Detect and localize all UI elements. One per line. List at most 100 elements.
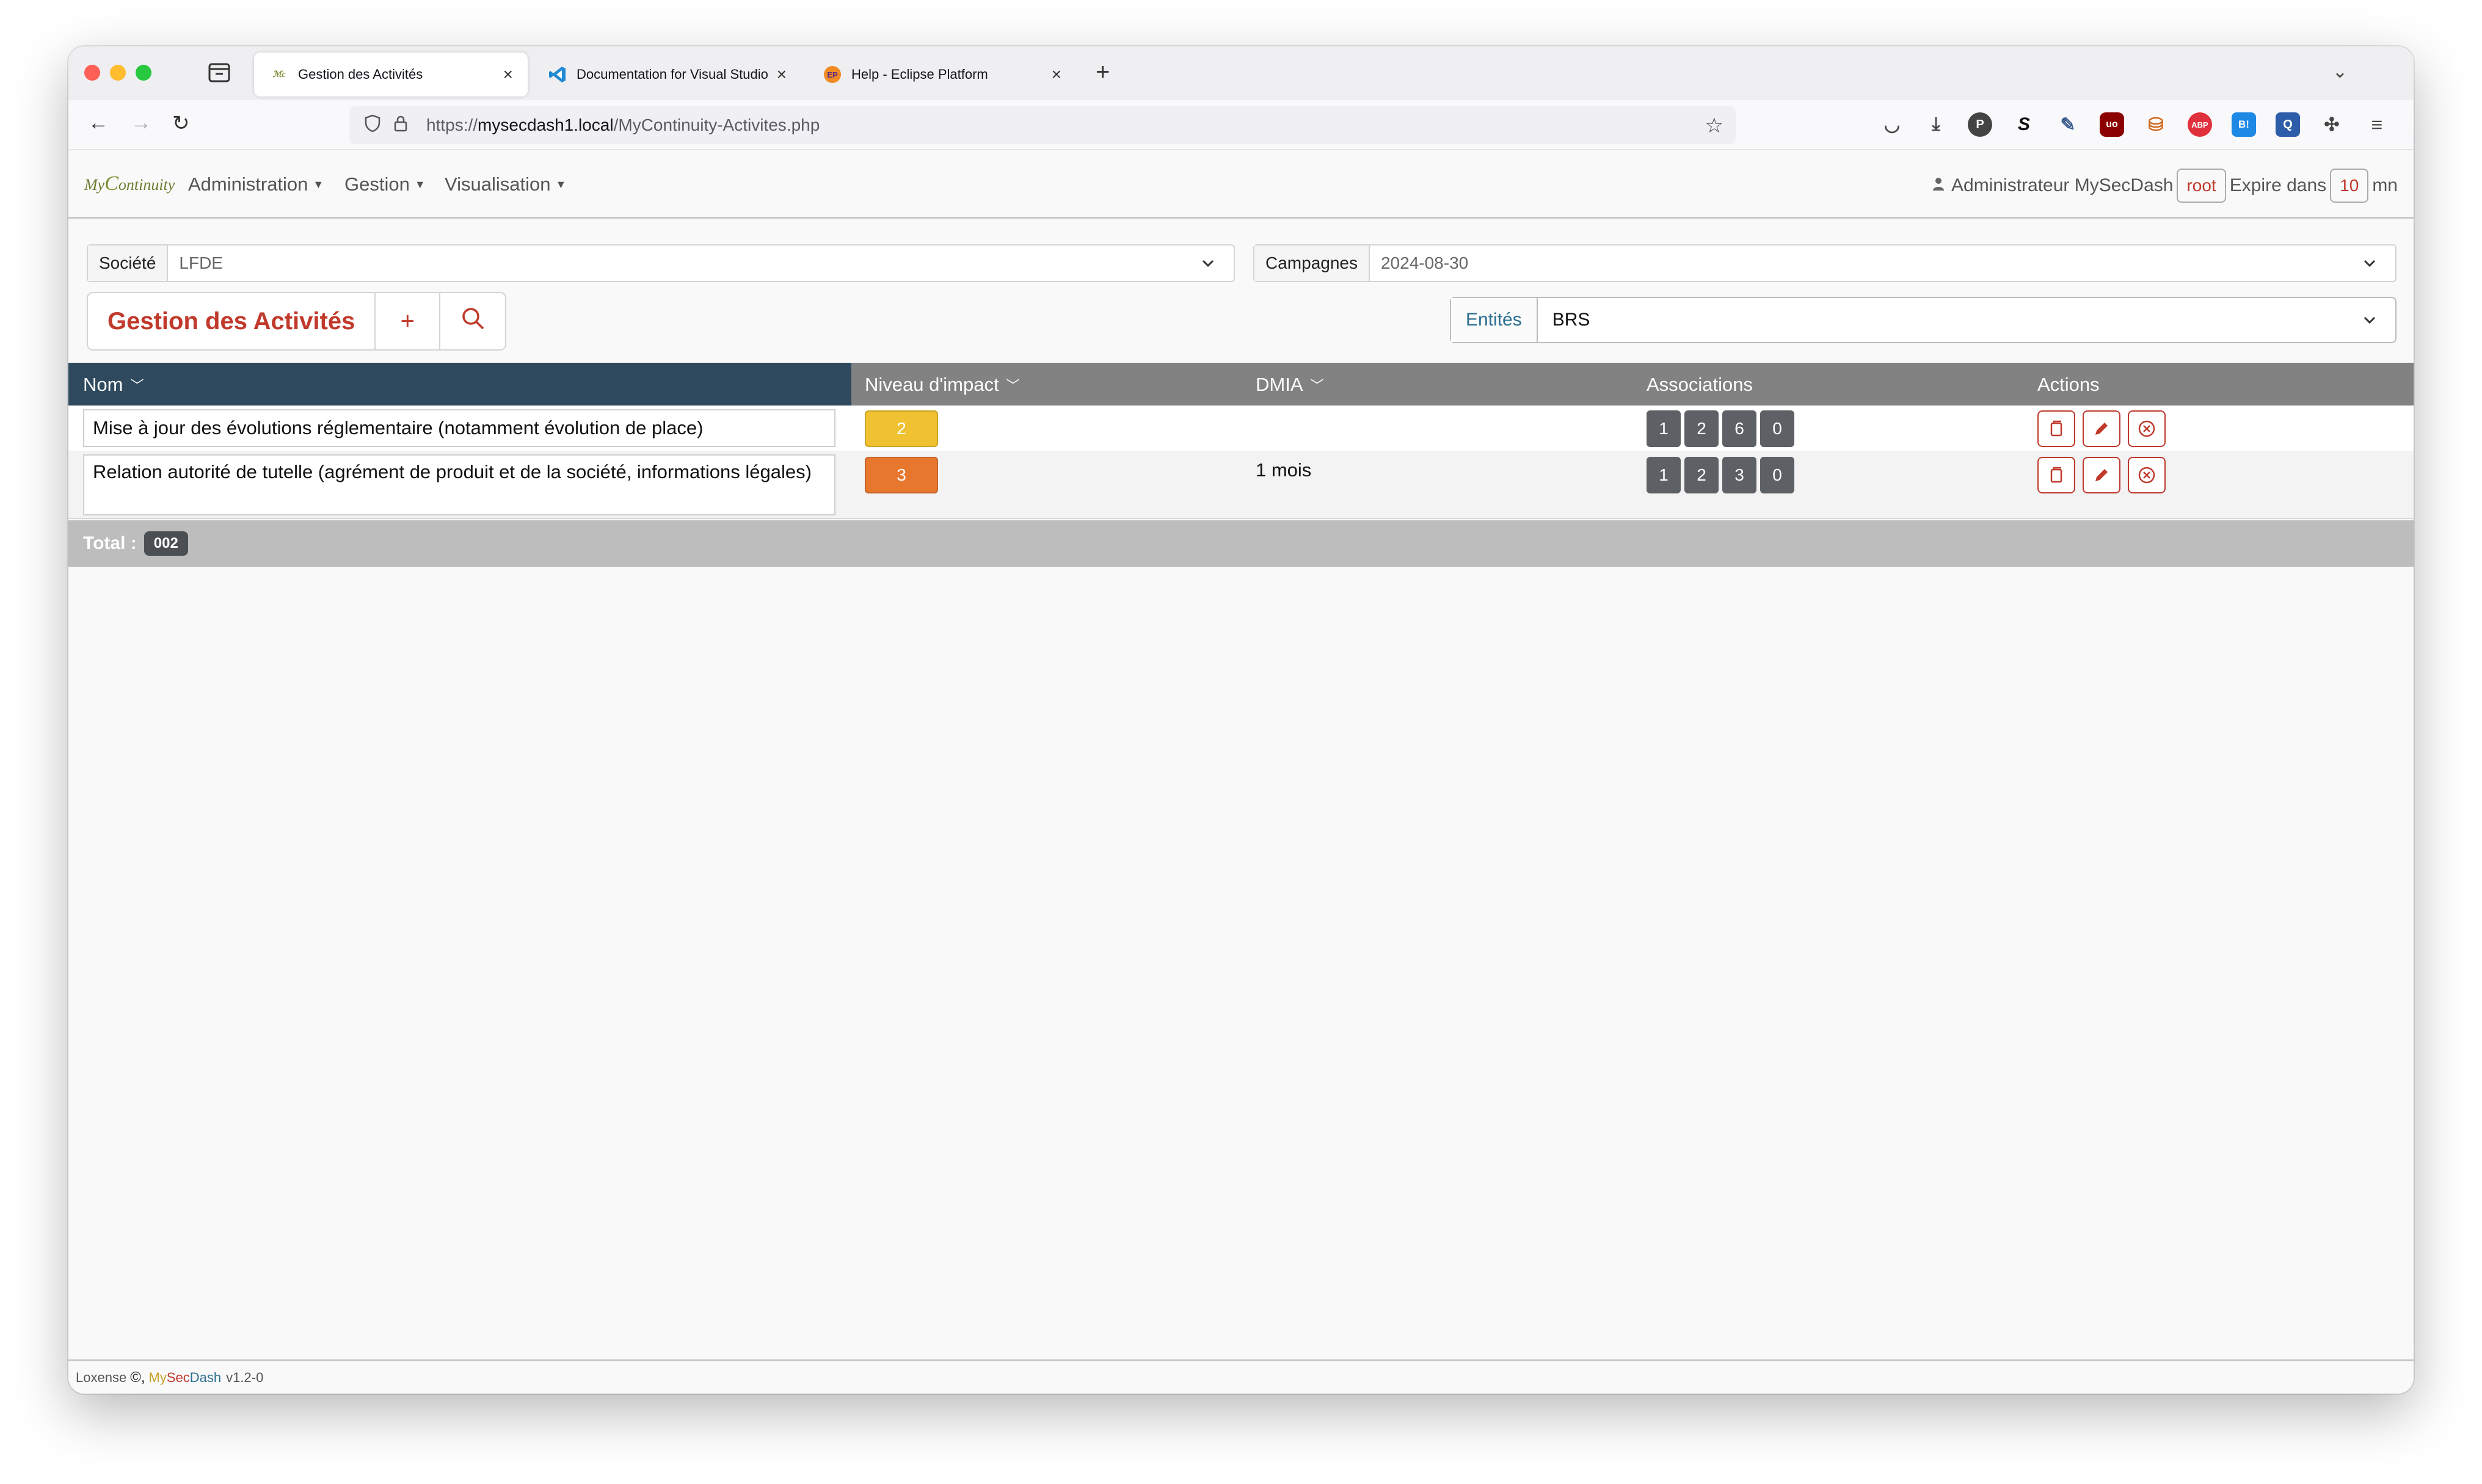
caret-down-icon: ▼: [313, 178, 324, 191]
entites-select[interactable]: Entités BRS: [1450, 297, 2396, 343]
campagnes-select[interactable]: Campagnes 2024-08-30: [1253, 244, 2396, 282]
menu-visualisation[interactable]: Visualisation ▼: [445, 173, 566, 195]
tab-list-icon[interactable]: [208, 62, 231, 83]
row-actions: [2037, 457, 2166, 493]
column-label: Actions: [2037, 374, 2100, 395]
association-count-badge[interactable]: 3: [1722, 457, 1756, 493]
tab-label: Documentation for Visual Studio Code: [577, 67, 771, 82]
edit-button[interactable]: [2083, 410, 2120, 447]
column-label: Niveau d'impact: [865, 374, 999, 395]
url-bar[interactable]: https://mysecdash1.local/MyContinuity-Ac…: [349, 106, 1736, 144]
association-count-badge[interactable]: 2: [1684, 410, 1719, 447]
column-label: Nom: [83, 374, 123, 395]
delete-button[interactable]: [2128, 410, 2166, 447]
chevron-down-icon: [2357, 251, 2382, 275]
page-title: Gestion des Activités: [88, 293, 376, 349]
sort-chevron-icon: ﹀: [1310, 378, 1324, 393]
associations-group: 1 2 3 0: [1647, 457, 1794, 493]
hatena-bookmark-icon[interactable]: B!: [2232, 112, 2256, 137]
close-window-button[interactable]: [84, 65, 100, 81]
association-count-badge[interactable]: 2: [1684, 457, 1719, 493]
pencil-icon: [2095, 469, 2108, 481]
user-icon: [1932, 175, 1945, 196]
hamburger-menu-icon[interactable]: ≡: [2365, 112, 2389, 137]
footer-brand-dash: Dash: [189, 1369, 222, 1385]
column-header-actions: Actions: [2037, 374, 2100, 396]
copy-icon: [2050, 420, 2062, 437]
forward-arrow-icon[interactable]: →: [131, 111, 151, 135]
minimize-window-button[interactable]: [110, 65, 126, 81]
edit-button[interactable]: [2083, 457, 2120, 493]
s-extension-icon[interactable]: S: [2012, 112, 2036, 137]
column-header-niveau[interactable]: Niveau d'impact ﹀: [865, 374, 1020, 396]
maximize-window-button[interactable]: [136, 65, 151, 81]
lock-icon[interactable]: [388, 114, 413, 137]
svg-text:EP: EP: [827, 70, 838, 79]
association-count-badge[interactable]: 0: [1760, 410, 1794, 447]
eclipse-favicon-icon: EP: [822, 64, 843, 85]
user-login-badge[interactable]: root: [2177, 169, 2226, 203]
plus-icon: +: [400, 307, 415, 335]
activity-name[interactable]: Relation autorité de tutelle (agrément d…: [83, 454, 835, 515]
shield-icon[interactable]: [360, 114, 385, 137]
campagnes-value: 2024-08-30: [1380, 253, 1469, 272]
column-header-nom[interactable]: Nom ﹀: [83, 374, 144, 396]
close-tab-icon[interactable]: ×: [777, 65, 787, 84]
menu-gestion[interactable]: Gestion ▼: [344, 173, 426, 195]
total-count-badge: 002: [144, 531, 188, 556]
total-label: Total :: [83, 533, 137, 553]
menu-administration[interactable]: Administration ▼: [188, 173, 324, 195]
browser-window: ℳc Gestion des Activités × Documentation…: [68, 46, 2414, 1394]
close-circle-icon: [2138, 420, 2155, 437]
q-extension-icon[interactable]: Q: [2276, 112, 2300, 137]
column-header-associations: Associations: [1647, 374, 1753, 396]
expire-unit: mn: [2372, 175, 2398, 195]
societe-label: Société: [88, 246, 169, 281]
association-count-badge[interactable]: 1: [1647, 410, 1681, 447]
pocket-icon[interactable]: ◡: [1880, 112, 1904, 137]
add-activity-button[interactable]: +: [376, 293, 441, 349]
reload-icon[interactable]: ↻: [172, 111, 190, 136]
chevron-down-icon: [1196, 251, 1220, 275]
back-arrow-icon[interactable]: ←: [88, 111, 109, 135]
tab-eclipse-help[interactable]: EP Help - Eclipse Platform ×: [807, 53, 1076, 96]
adblock-plus-icon[interactable]: ABP: [2188, 112, 2212, 137]
association-count-badge[interactable]: 1: [1647, 457, 1681, 493]
footer-brand-sec: Sec: [166, 1369, 190, 1385]
delete-button[interactable]: [2128, 457, 2166, 493]
new-tab-icon[interactable]: +: [1096, 59, 1110, 86]
tab-gestion-activites[interactable]: ℳc Gestion des Activités ×: [254, 53, 528, 96]
copy-button[interactable]: [2037, 410, 2075, 447]
close-tab-icon[interactable]: ×: [503, 65, 513, 84]
association-count-badge[interactable]: 0: [1760, 457, 1794, 493]
table-row: Relation autorité de tutelle (agrément d…: [68, 451, 2414, 519]
puzzle-bowl-icon[interactable]: ⛁: [2144, 112, 2168, 137]
association-count-badge[interactable]: 6: [1722, 410, 1756, 447]
search-button[interactable]: [440, 293, 505, 349]
p-extension-icon[interactable]: P: [1968, 112, 1992, 137]
url-text[interactable]: https://mysecdash1.local/MyContinuity-Ac…: [426, 115, 820, 135]
menu-label: Administration: [188, 173, 308, 195]
url-path: /MyContinuity-Activites.php: [613, 115, 820, 134]
copy-button[interactable]: [2037, 457, 2075, 493]
impact-level-badge: 3: [865, 457, 938, 493]
expire-label: Expire dans: [2229, 175, 2327, 195]
url-scheme: https://: [426, 115, 478, 134]
tab-vscode-docs[interactable]: Documentation for Visual Studio Code ×: [533, 53, 801, 96]
chevron-down-icon[interactable]: ⌄: [2332, 61, 2348, 82]
close-tab-icon[interactable]: ×: [1052, 65, 1061, 84]
caret-down-icon: ▼: [414, 178, 426, 191]
footer-version: v1.2-0: [226, 1369, 264, 1385]
activities-toolbar: Gestion des Activités +: [87, 292, 507, 351]
ublock-icon[interactable]: uo: [2100, 112, 2124, 137]
column-header-dmia[interactable]: DMIA ﹀: [1256, 374, 1324, 396]
download-icon[interactable]: ⤓: [1924, 112, 1948, 137]
eyedropper-icon[interactable]: ✎: [2056, 112, 2080, 137]
bookmark-star-icon[interactable]: ☆: [1705, 114, 1723, 138]
societe-select[interactable]: Société LFDE: [87, 244, 1235, 282]
entites-value: BRS: [1552, 310, 1590, 330]
activity-name[interactable]: Mise à jour des évolutions réglementaire…: [83, 409, 835, 447]
extensions-puzzle-icon[interactable]: ✣: [2320, 112, 2344, 137]
menu-label: Visualisation: [445, 173, 551, 195]
mycontinuity-logo[interactable]: MyContinuity: [84, 172, 175, 195]
